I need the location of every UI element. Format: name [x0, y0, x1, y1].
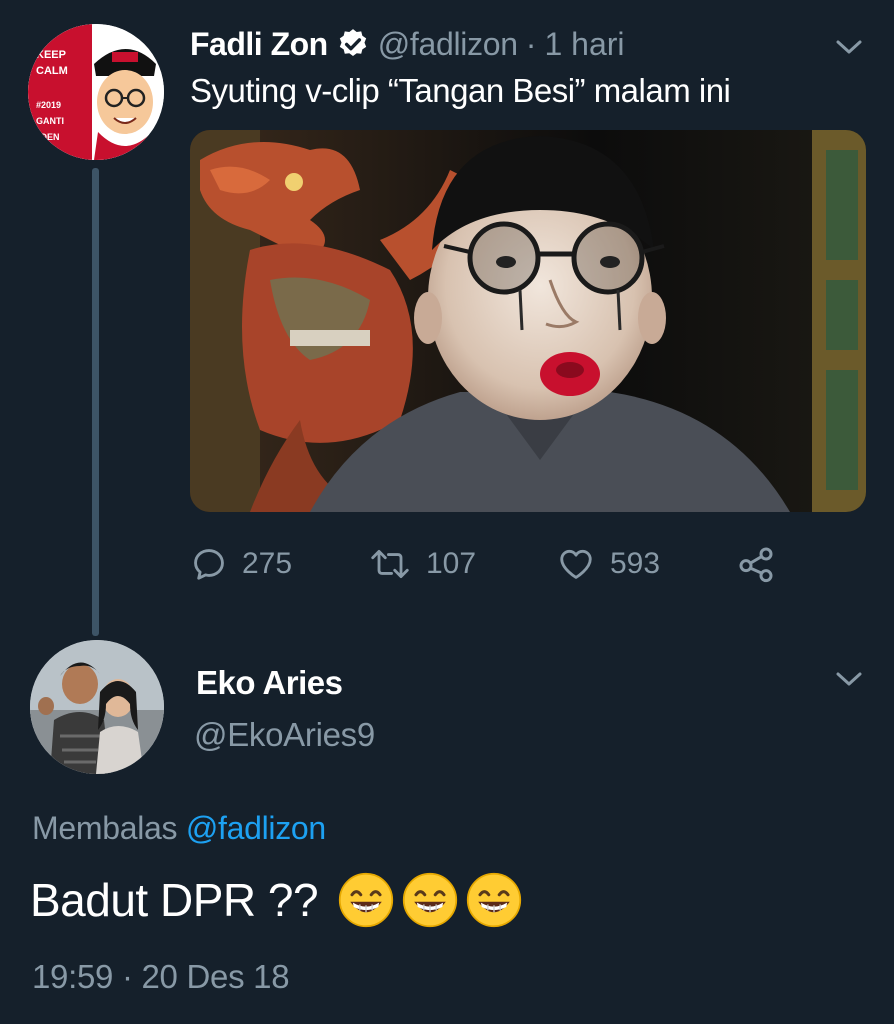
reply-author-handle[interactable]: @EkoAries9 — [194, 716, 375, 754]
like-button[interactable]: 593 — [556, 545, 660, 583]
grinning-face-emoji-icon — [402, 872, 458, 928]
avatar-image — [30, 640, 164, 774]
replying-mention-link[interactable]: @fadlizon — [186, 810, 326, 846]
share-button[interactable] — [736, 544, 776, 584]
heart-icon — [560, 549, 592, 579]
avatar-text-3: #2019 — [36, 100, 61, 110]
tweet-text: Syuting v-clip “Tangan Besi” malam ini — [190, 72, 731, 109]
replying-to: Membalas @fadlizon — [32, 810, 326, 847]
reply-text: Badut DPR ?? — [30, 872, 522, 928]
reply-timestamp[interactable]: 19:59 · 20 Des 18 — [32, 958, 290, 996]
verified-badge-icon — [339, 29, 366, 57]
reply-count: 275 — [242, 547, 293, 580]
avatar-image: KEEP CALM #2019 GANTI IDEN — [28, 24, 164, 160]
avatar-text-2: CALM — [36, 65, 68, 77]
photo-image — [190, 130, 866, 512]
retweet-icon — [371, 550, 409, 578]
tweet-media-photo[interactable] — [190, 130, 866, 512]
reply-author-avatar[interactable] — [30, 640, 164, 774]
chevron-down-icon[interactable] — [834, 668, 864, 690]
grinning-face-emoji-icon — [466, 872, 522, 928]
like-count: 593 — [610, 547, 661, 580]
retweet-count: 107 — [426, 547, 477, 580]
share-icon — [739, 547, 773, 583]
replying-label: Membalas — [32, 810, 178, 846]
reply-button[interactable]: 275 — [190, 545, 292, 583]
emoji-group — [338, 872, 522, 928]
reply-icon — [194, 549, 224, 580]
tweet-header: Fadli Zon @fadlizon · 1 hari — [190, 22, 625, 66]
chevron-down-icon[interactable] — [834, 36, 864, 58]
author-name[interactable]: Fadli Zon — [190, 26, 328, 63]
reply-author-name[interactable]: Eko Aries — [196, 664, 343, 702]
retweet-button[interactable]: 107 — [368, 545, 476, 583]
avatar-text-4: GANTI — [36, 116, 64, 126]
grinning-face-emoji-icon — [338, 872, 394, 928]
separator-dot: · — [525, 25, 537, 62]
reply-text-content: Badut DPR ?? — [30, 874, 319, 926]
tweet-time[interactable]: 1 hari — [544, 26, 624, 63]
thread-connector-line — [92, 168, 99, 636]
avatar-text-1: KEEP — [36, 49, 66, 61]
author-handle[interactable]: @fadlizon — [378, 26, 518, 63]
tweet-thread: KEEP CALM #2019 GANTI IDEN Fadli Zon @fa… — [0, 0, 894, 1024]
author-avatar[interactable]: KEEP CALM #2019 GANTI IDEN — [28, 24, 164, 160]
avatar-text-5: IDEN — [38, 132, 60, 142]
